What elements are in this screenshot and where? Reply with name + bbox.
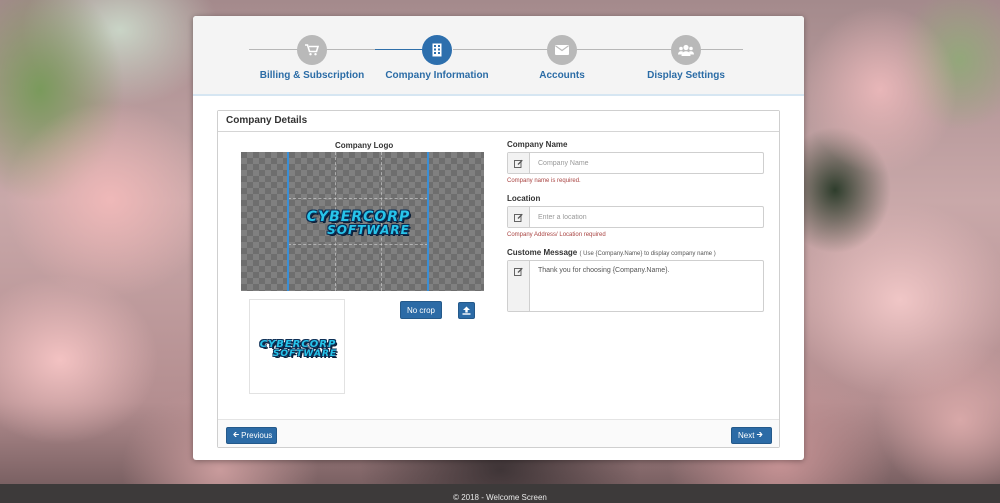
next-button[interactable]: Next 🡲 <box>731 427 772 444</box>
company-name-label: Company Name <box>507 140 568 149</box>
custom-message-textarea[interactable]: Thank you for choosing {Company.Name}. <box>530 261 763 311</box>
crop-handle-left[interactable] <box>287 152 289 291</box>
edit-icon <box>508 207 530 227</box>
arrow-left-icon: 🡰 <box>232 429 240 439</box>
company-details-panel: Company Details Company Logo CYBERCORP S… <box>217 110 780 448</box>
custom-message-label-text: Custome Message <box>507 248 578 257</box>
wizard-card: Billing & Subscription Company Informati… <box>193 16 804 460</box>
crop-grid-line <box>288 198 428 199</box>
arrow-right-icon: 🡲 <box>756 429 763 439</box>
step-display-settings[interactable]: Display Settings <box>611 35 761 81</box>
location-error: Company Address/ Location required <box>507 232 606 238</box>
company-name-error: Company name is required. <box>507 178 581 184</box>
logo-crop-area[interactable]: CYBERCORP SOFTWARE <box>241 152 484 291</box>
location-input[interactable] <box>530 207 763 227</box>
company-logo-label: Company Logo <box>335 141 394 150</box>
company-logo-image: CYBERCORP SOFTWARE <box>306 209 411 237</box>
custom-message-label: Custome Message ( Use {Company.Name} to … <box>507 248 716 257</box>
next-label: Next <box>738 431 755 440</box>
previous-button[interactable]: 🡰 Previous <box>226 427 277 444</box>
wizard-steps: Billing & Subscription Company Informati… <box>193 16 804 96</box>
envelope-icon <box>547 35 577 65</box>
company-name-group <box>507 152 764 174</box>
crop-grid-line <box>288 244 428 245</box>
upload-icon <box>462 306 471 315</box>
footer-text: © 2018 - Welcome Screen <box>453 493 547 502</box>
company-name-input[interactable] <box>530 153 763 173</box>
location-group <box>507 206 764 228</box>
step-label: Display Settings <box>647 70 725 81</box>
custom-message-hint: ( Use {Company.Name} to display company … <box>579 251 716 257</box>
no-crop-button[interactable]: No crop <box>400 301 442 319</box>
upload-button[interactable] <box>458 302 475 319</box>
edit-icon <box>508 261 530 311</box>
panel-title: Company Details <box>218 111 779 132</box>
location-label: Location <box>507 194 541 203</box>
edit-icon <box>508 153 530 173</box>
previous-label: Previous <box>241 431 273 440</box>
custom-message-group: Thank you for choosing {Company.Name}. <box>507 260 764 312</box>
users-icon <box>671 35 701 65</box>
building-icon <box>422 35 452 65</box>
page-footer: © 2018 - Welcome Screen <box>0 484 1000 503</box>
logo-preview: CYBERCORP SOFTWARE <box>249 299 345 394</box>
logo-preview-image: CYBERCORP SOFTWARE <box>259 339 338 359</box>
cart-icon <box>297 35 327 65</box>
crop-handle-right[interactable] <box>427 152 429 291</box>
panel-footer: 🡰 Previous Next 🡲 <box>218 419 779 447</box>
